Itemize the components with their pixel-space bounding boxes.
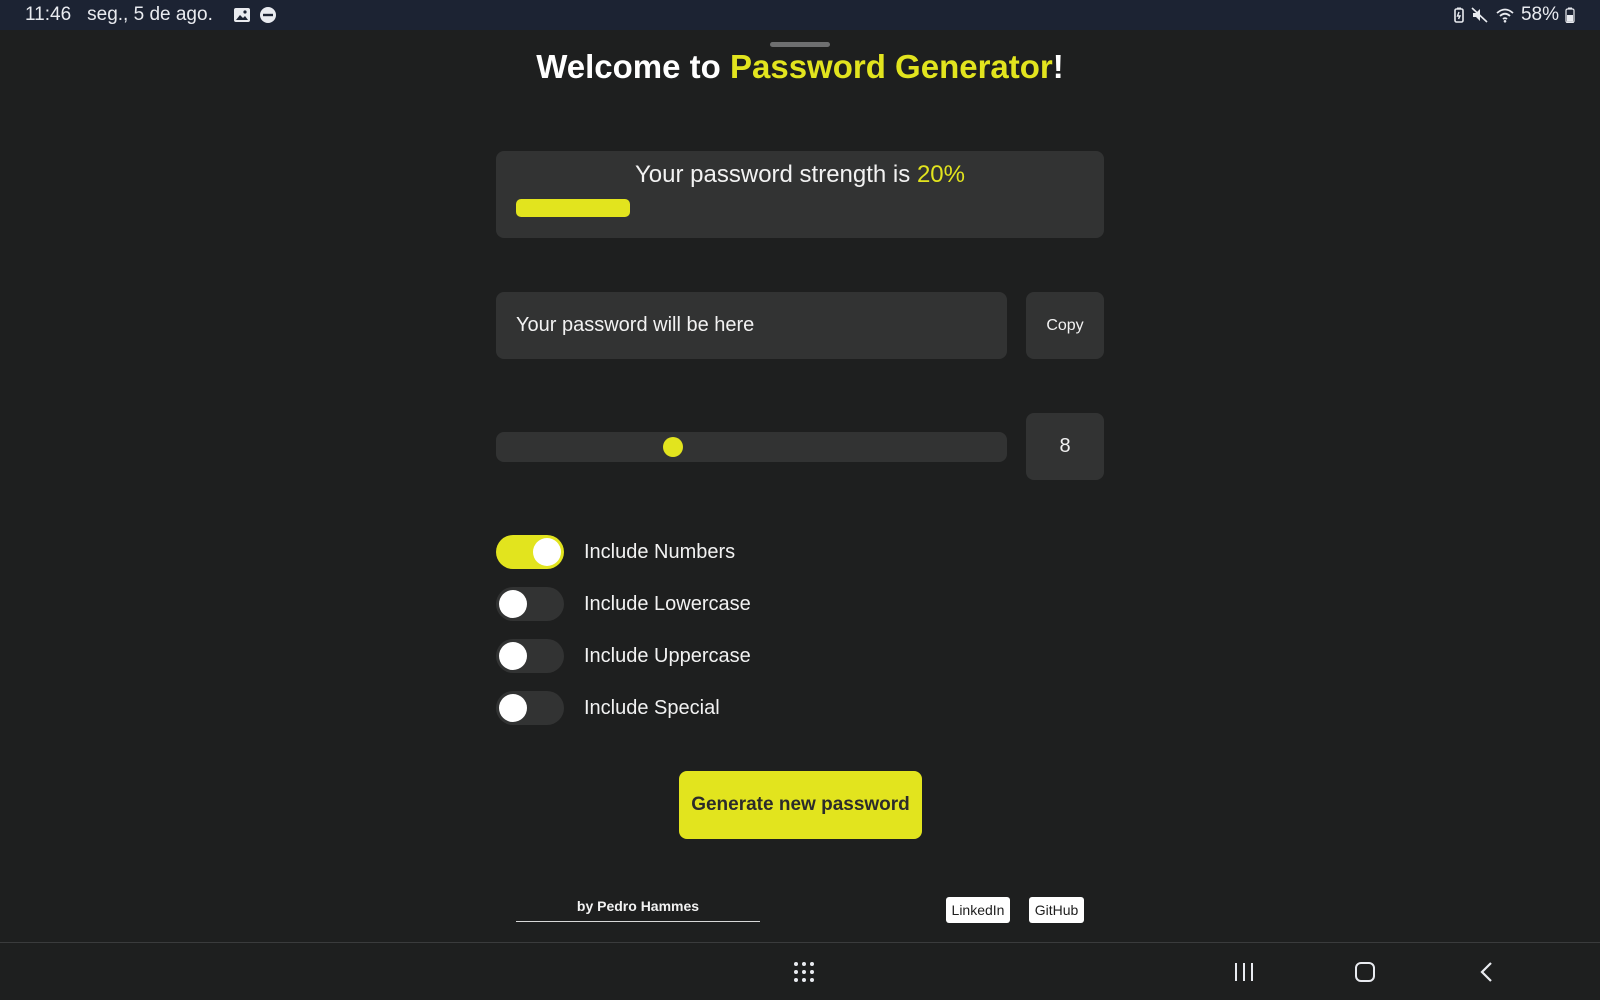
status-time: 11:46 [25,4,72,25]
apps-grid-icon[interactable] [789,957,819,987]
option-label-lowercase: Include Lowercase [584,592,751,615]
battery-icon [1565,7,1575,23]
status-right: 58% [1453,4,1575,26]
toggle-knob [499,590,527,618]
battery-percent: 58% [1520,4,1559,25]
length-slider-thumb[interactable] [663,437,683,457]
toggle-special[interactable] [496,691,564,725]
strength-text: Your password strength is 20% [496,161,1104,189]
recent-apps-icon[interactable] [1229,957,1259,987]
option-uppercase: Include Uppercase [496,639,751,673]
option-label-special: Include Special [584,696,720,719]
back-icon[interactable] [1472,957,1502,987]
system-nav-bar [0,943,1600,1000]
battery-saver-icon [1453,7,1465,23]
footer-author: by Pedro Hammes [516,898,760,922]
status-left: 11:46 seg., 5 de ago. [25,4,277,26]
option-label-uppercase: Include Uppercase [584,644,751,667]
length-slider[interactable] [496,432,1007,462]
strength-card: Your password strength is 20% [496,151,1104,238]
generate-password-button[interactable]: Generate new password [679,771,922,839]
mute-icon [1471,7,1489,23]
toggle-uppercase[interactable] [496,639,564,673]
copy-button[interactable]: Copy [1026,292,1104,359]
option-lowercase: Include Lowercase [496,587,751,621]
option-special: Include Special [496,691,751,725]
strength-meter-fill [516,199,630,217]
title-suffix: ! [1052,48,1064,85]
toggle-lowercase[interactable] [496,587,564,621]
gallery-icon [233,7,251,23]
status-bar: 11:46 seg., 5 de ago. 58% [0,0,1600,30]
home-icon[interactable] [1350,957,1380,987]
title-prefix: Welcome to [536,48,730,85]
status-date: seg., 5 de ago. [87,4,213,25]
password-field[interactable] [496,292,1007,359]
options-list: Include Numbers Include Lowercase Includ… [496,535,751,743]
status-icons-left [233,6,277,24]
strength-label: Your password strength is [635,161,917,188]
length-value: 8 [1026,413,1104,480]
toggle-numbers[interactable] [496,535,564,569]
linkedin-link[interactable]: LinkedIn [946,897,1010,923]
toggle-knob [499,642,527,670]
wifi-icon [1495,7,1515,23]
toggle-knob [533,538,561,566]
strength-meter [516,199,1084,217]
do-not-disturb-icon [259,6,277,24]
option-numbers: Include Numbers [496,535,751,569]
github-link[interactable]: GitHub [1029,897,1084,923]
drag-handle[interactable] [770,42,830,47]
toggle-knob [499,694,527,722]
option-label-numbers: Include Numbers [584,540,736,563]
page-title: Welcome to Password Generator! [0,48,1600,86]
strength-value: 20% [916,161,965,188]
title-highlight: Password Generator [729,48,1053,85]
